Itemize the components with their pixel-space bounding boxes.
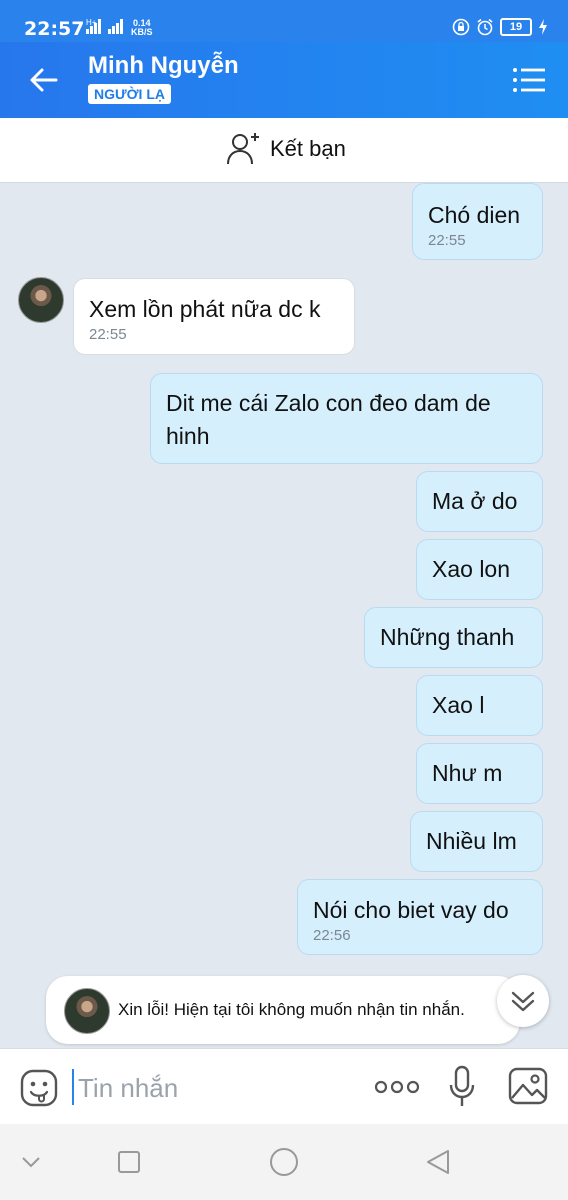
message-bubble[interactable]: Như m <box>416 743 543 804</box>
lock-rotation-icon <box>452 18 470 36</box>
status-time: 22:57 <box>24 18 85 40</box>
notice-avatar <box>64 988 110 1034</box>
message-time: 22:55 <box>89 326 127 343</box>
message-text: Xao lon <box>432 556 511 582</box>
more-icon[interactable] <box>374 1077 420 1097</box>
image-icon[interactable] <box>508 1067 548 1105</box>
nav-collapse-icon[interactable] <box>20 1154 42 1170</box>
system-nav-bar <box>0 1124 568 1200</box>
composer-bar <box>0 1048 568 1125</box>
message-text: Như m <box>432 760 503 786</box>
message-bubble[interactable]: Ma ở do <box>416 471 543 532</box>
chevron-double-down-icon <box>511 991 535 1012</box>
stranger-badge: NGƯỜI LẠ <box>88 84 171 104</box>
message-bubble[interactable]: Chó dien 22:55 <box>412 183 543 260</box>
nav-recents-icon[interactable] <box>117 1150 141 1174</box>
signal-icon-2 <box>108 18 126 34</box>
message-time: 22:55 <box>428 232 466 249</box>
microphone-icon[interactable] <box>448 1065 476 1109</box>
message-text: Những thanh <box>380 624 515 650</box>
contact-name[interactable]: Minh Nguyễn <box>88 52 239 80</box>
emoji-icon[interactable] <box>20 1069 58 1107</box>
text-caret <box>72 1069 74 1105</box>
message-bubble[interactable]: Nói cho biet vay do 22:56 <box>297 879 543 955</box>
status-bar: 22:57 H+ 0.14 KB/S 19 <box>0 0 568 42</box>
signal-icon <box>86 18 104 34</box>
message-text: Xao l <box>432 692 485 718</box>
nav-back-icon[interactable] <box>424 1148 452 1176</box>
message-bubble[interactable]: Nhiều lm <box>410 811 543 872</box>
add-friend-icon <box>227 133 259 165</box>
status-right: 19 <box>452 18 548 36</box>
battery-icon: 19 <box>500 18 532 36</box>
alarm-icon <box>477 18 493 36</box>
message-bubble[interactable]: Những thanh <box>364 607 543 668</box>
message-text: Ma ở do <box>432 488 518 514</box>
message-time: 22:56 <box>313 927 351 944</box>
message-bubble[interactable]: Xem lồn phát nữa dc k 22:55 <box>73 278 355 355</box>
message-text: Nói cho biet vay do <box>313 897 509 923</box>
message-bubble[interactable]: Dit me cái Zalo con đeo dam de hinh <box>150 373 543 464</box>
message-text: Nhiều lm <box>426 828 517 854</box>
network-speed: 0.14 KB/S <box>131 19 153 37</box>
auto-reply-notice: Xin lỗi! Hiện tại tôi không muốn nhận ti… <box>46 976 520 1044</box>
message-text: Chó dien <box>428 202 521 228</box>
message-bubble[interactable]: Xao lon <box>416 539 543 600</box>
notice-text: Xin lỗi! Hiện tại tôi không muốn nhận ti… <box>118 1000 465 1019</box>
add-friend-bar: Kết bạn <box>0 118 568 183</box>
message-text: Dit me cái Zalo con đeo dam de hinh <box>166 390 491 449</box>
scroll-down-button[interactable] <box>497 975 549 1027</box>
chat-header: Minh Nguyễn NGƯỜI LẠ <box>0 42 568 118</box>
add-friend-label: Kết bạn <box>270 136 346 161</box>
back-arrow-icon[interactable] <box>26 62 62 98</box>
contact-avatar[interactable] <box>18 277 64 323</box>
nav-home-icon[interactable] <box>268 1146 300 1178</box>
chat-area[interactable]: Chó dien 22:55 Xem lồn phát nữa dc k 22:… <box>0 182 568 1048</box>
charging-icon <box>539 19 547 35</box>
speed-unit: KB/S <box>131 27 153 37</box>
add-friend-button[interactable]: Kết bạn <box>226 132 346 166</box>
message-bubble[interactable]: Xao l <box>416 675 543 736</box>
message-input[interactable] <box>76 1067 360 1109</box>
message-text: Xem lồn phát nữa dc k <box>89 296 321 322</box>
menu-icon[interactable] <box>512 66 546 94</box>
